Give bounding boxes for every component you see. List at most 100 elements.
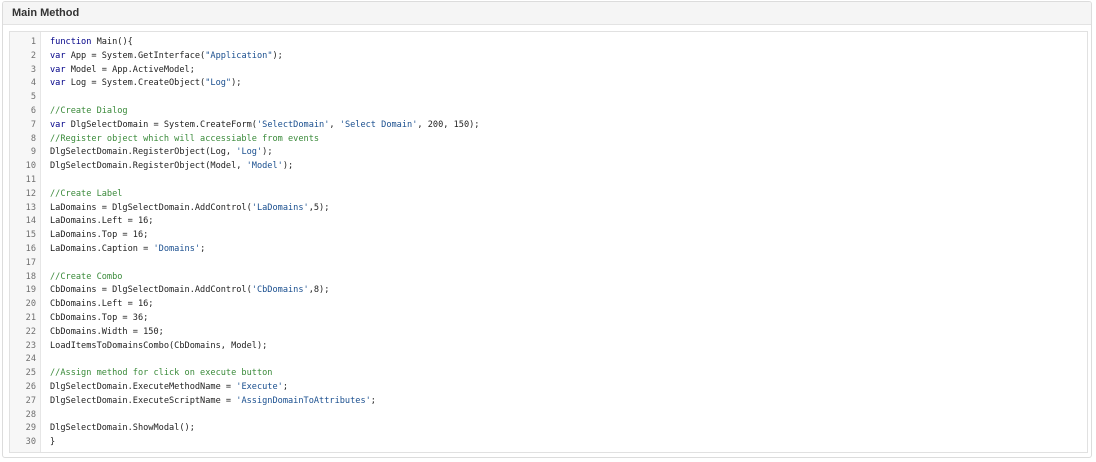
line-number: 22 [25,326,36,337]
code-line: 18 //Create Combo [10,271,1087,285]
code-token: App = System.GetInterface( [65,50,206,61]
code-block[interactable]: 1 function Main(){2 var App = System.GetIn… [9,31,1088,453]
code-token: var [50,50,66,61]
code-line: 5 [10,91,1087,105]
code-token: ; [370,395,376,406]
code-token: Model = App.ActiveModel; [65,64,195,75]
code-token: var [50,119,66,130]
code-line: 10 DlgSelectDomain.RegisterObject(Model, … [10,160,1087,174]
code-token: LaDomains = DlgSelectDomain.AddControl( [50,202,252,213]
code-text: LoadItemsToDomainsCombo(CbDomains, Model… [50,340,267,354]
code-token: 'Model' [246,161,283,172]
line-number: 6 [30,105,36,116]
code-text: DlgSelectDomain.ShowModal(); [50,422,195,436]
code-token: 'AssignDomainToAttributes' [236,395,371,406]
code-line: 23 LoadItemsToDomainsCombo(CbDomains, Mod… [10,340,1087,354]
code-token: ); [282,161,294,172]
code-token: ); [231,78,242,89]
code-token: "Application" [205,50,273,61]
line-number: 9 [30,147,36,158]
code-text: LaDomains.Top = 16; [50,229,148,243]
code-token: 'Select Domain' [339,119,418,130]
code-token: //Register object which will accessiable… [50,133,320,144]
code-panel: Main Method 1 function Main(){2 var App = … [2,1,1092,458]
code-text: DlgSelectDomain.ExecuteMethodName = 'Exe… [50,381,288,395]
code-token: 'CbDomains' [251,285,309,296]
code-line: 6 //Create Dialog [10,105,1087,119]
code-token: var [50,64,66,75]
code-token: ,8); [308,285,330,296]
code-token: } [50,437,56,448]
code-line: 15 LaDomains.Top = 16; [10,229,1087,243]
code-line: 20 CbDomains.Left = 16; [10,298,1087,312]
code-text: CbDomains.Width = 150; [50,326,164,340]
line-number: 20 [25,299,36,310]
line-number: 23 [25,340,36,351]
code-token: , 200, 150); [417,119,480,130]
code-line: 14 LaDomains.Left = 16; [10,215,1087,229]
code-token: LaDomains.Left = 16; [50,216,154,227]
code-line: 24 [10,353,1087,367]
line-number: 10 [25,161,36,172]
code-token: 'SelectDomain' [256,119,330,130]
code-token: 'Execute' [236,381,283,392]
code-token: 'Domains' [153,243,201,254]
code-token: DlgSelectDomain.ShowModal(); [50,423,195,434]
code-text: //Assign method for click on execute but… [50,367,272,381]
code-token: "Log" [205,78,232,89]
line-number: 4 [30,78,36,89]
code-text: DlgSelectDomain.RegisterObject(Model, 'M… [50,160,293,174]
code-line: 9 DlgSelectDomain.RegisterObject(Log, 'Lo… [10,146,1087,160]
code-text: var Model = App.ActiveModel; [50,64,195,78]
code-line: 19 CbDomains = DlgSelectDomain.AddControl… [10,284,1087,298]
code-token: CbDomains.Left = 16; [50,299,154,310]
line-number: 12 [25,188,36,199]
code-line: 16 LaDomains.Caption = 'Domains'; [10,243,1087,257]
line-number: 26 [25,381,36,392]
line-number: 13 [25,202,36,213]
code-token: var [50,78,66,89]
line-number: 16 [25,243,36,254]
code-text: //Create Label [50,188,122,202]
code-token: LaDomains.Caption = [50,243,154,254]
code-token: LoadItemsToDomainsCombo(CbDomains, Model… [50,340,268,351]
line-number: 1 [30,37,36,47]
line-number: 3 [30,64,36,75]
code-text: LaDomains.Caption = 'Domains'; [50,243,205,257]
line-number: 21 [25,312,36,323]
line-number: 7 [30,119,36,130]
code-token: Log = System.CreateObject( [65,78,206,89]
code-line: 8 //Register object which will accessiabl… [10,133,1087,147]
line-number: 28 [25,409,36,420]
code-text: var DlgSelectDomain = System.CreateForm(… [50,119,479,133]
code-text: LaDomains = DlgSelectDomain.AddControl('… [50,202,329,216]
code-token: DlgSelectDomain.RegisterObject(Log, [50,147,237,158]
line-number: 5 [30,92,36,103]
code-line: 22 CbDomains.Width = 150; [10,326,1087,340]
code-token: //Assign method for click on execute but… [50,368,273,379]
code-text: //Register object which will accessiable… [50,133,319,147]
code-token: DlgSelectDomain.RegisterObject(Model, [50,161,247,172]
line-number: 14 [25,216,36,227]
code-token: DlgSelectDomain = System.CreateForm( [65,119,257,130]
code-line: 3 var Model = App.ActiveModel; [10,64,1087,78]
code-line: 17 [10,257,1087,271]
line-number: 2 [30,50,36,61]
code-token: 'LaDomains' [251,202,309,213]
code-line: 27 DlgSelectDomain.ExecuteScriptName = 'A… [10,395,1087,409]
code-text: var App = System.GetInterface("Applicati… [50,50,283,64]
code-text: //Create Dialog [50,105,128,119]
code-token: CbDomains = DlgSelectDomain.AddControl( [50,285,252,296]
code-token: CbDomains.Width = 150; [50,326,164,337]
code-token: LaDomains.Top = 16; [50,230,149,241]
line-number: 19 [25,285,36,296]
code-token: Main(){ [91,37,133,47]
code-line: 26 DlgSelectDomain.ExecuteMethodName = 'E… [10,381,1087,395]
code-token: DlgSelectDomain.ExecuteScriptName = [50,395,237,406]
line-number: 27 [25,395,36,406]
code-line: 7 var DlgSelectDomain = System.CreateForm… [10,119,1087,133]
code-line: 13 LaDomains = DlgSelectDomain.AddControl… [10,202,1087,216]
line-number: 25 [25,368,36,379]
code-line: 11 [10,174,1087,188]
code-token: //Create Label [50,188,123,199]
